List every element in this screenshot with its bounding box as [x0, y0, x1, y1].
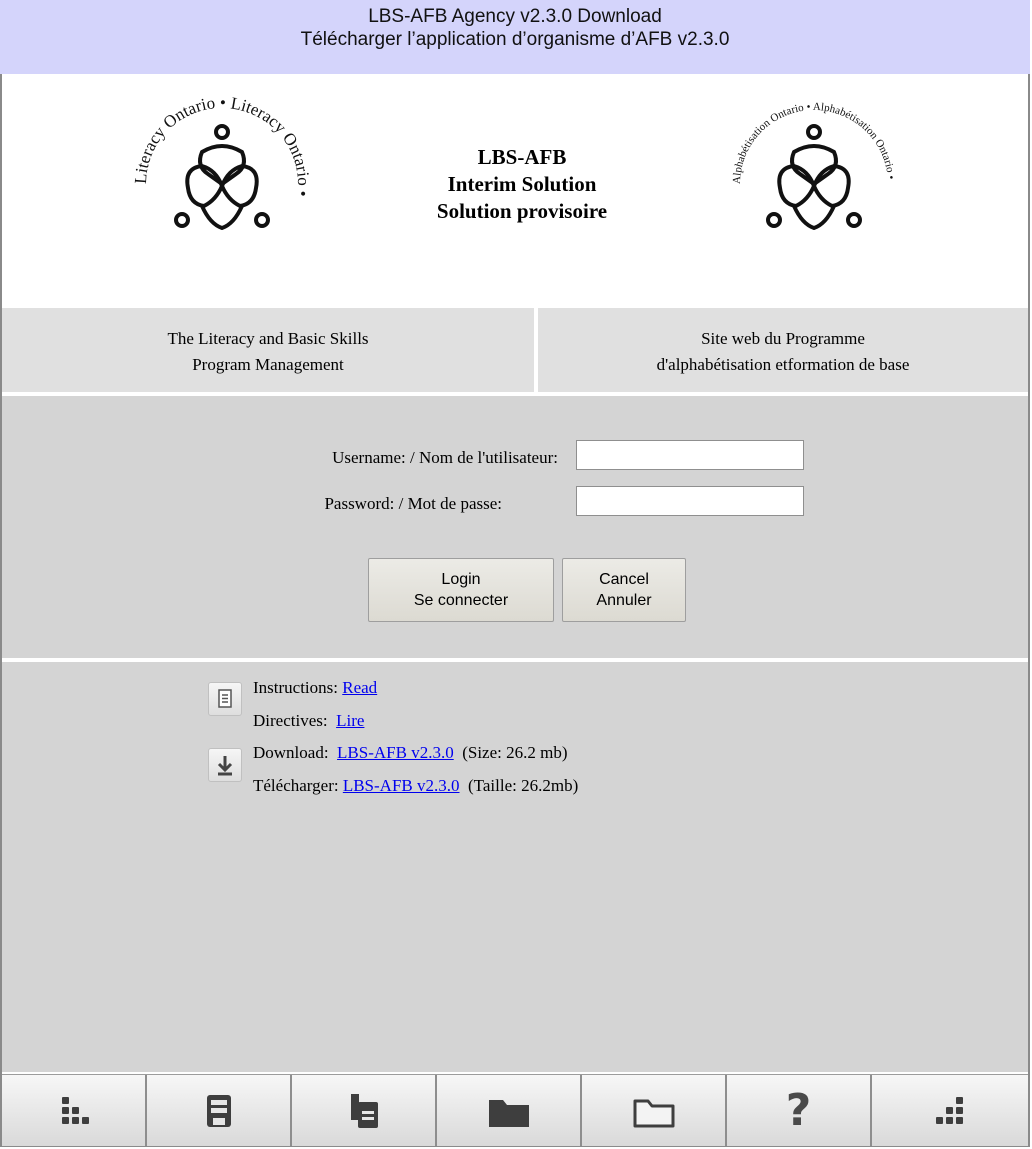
password-input[interactable] — [576, 486, 804, 516]
document-icon[interactable] — [208, 682, 242, 716]
program-french-line-2: d'alphabétisation etformation de base — [656, 355, 910, 374]
resources-panel: Instructions: Read Directives: Lire Down… — [2, 662, 1028, 1072]
instructions-label: Instructions: — [253, 678, 338, 697]
folder-button[interactable] — [582, 1075, 727, 1146]
program-english: The Literacy and Basic Skills Program Ma… — [2, 308, 534, 392]
apps-grid-icon — [61, 1096, 89, 1124]
save-button[interactable] — [147, 1075, 292, 1146]
username-label: Username: / Nom de l'utilisateur: — [332, 448, 558, 467]
download-label: Download: — [253, 743, 329, 762]
title-french: Télécharger l’application d’organisme d’… — [300, 29, 730, 50]
title-english: LBS-AFB Agency v2.3.0 Download — [368, 6, 662, 27]
banner-title: LBS-AFB Interim Solution Solution provis… — [372, 144, 672, 225]
telecharger-label: Télécharger: — [253, 776, 339, 795]
login-button-label-fr: Se connecter — [413, 592, 509, 609]
download-line: Download: LBS-AFB v2.3.0 (Size: 26.2 mb) — [253, 742, 568, 764]
cancel-button[interactable]: Cancel Annuler — [562, 558, 686, 622]
password-label: Password: / Mot de passe: — [324, 494, 502, 513]
banner: Literacy Ontario • Literacy Ontario • LB… — [2, 78, 1028, 308]
copy-button[interactable] — [292, 1075, 437, 1146]
download-size-fr: (Taille: 26.2mb) — [468, 776, 579, 795]
svg-text:Alphabétisation Ontario • Alph: Alphabétisation Ontario • Alphabétisatio… — [731, 101, 897, 184]
open-folder-button[interactable] — [437, 1075, 582, 1146]
download-size-en: (Size: 26.2 mb) — [462, 743, 568, 762]
banner-line-2: Interim Solution — [447, 172, 597, 196]
program-row: The Literacy and Basic Skills Program Ma… — [2, 308, 1028, 392]
save-icon — [206, 1094, 231, 1127]
more-grid-icon — [936, 1096, 963, 1124]
more-button[interactable] — [872, 1075, 1028, 1146]
program-french-line-1: Site web du Programme — [701, 329, 865, 348]
download-link-fr[interactable]: LBS-AFB v2.3.0 — [343, 776, 460, 795]
instructions-read-link[interactable]: Read — [342, 678, 377, 697]
apps-grid-button[interactable] — [2, 1075, 147, 1146]
banner-line-1: LBS-AFB — [477, 145, 567, 169]
banner-line-3: Solution provisoire — [436, 199, 608, 223]
help-button[interactable]: ? — [727, 1075, 872, 1146]
login-button-label-en: Login — [441, 571, 481, 588]
cancel-button-label-en: Cancel — [599, 571, 649, 588]
download-link-en[interactable]: LBS-AFB v2.3.0 — [337, 743, 454, 762]
login-panel: Username: / Nom de l'utilisateur: Passwo… — [2, 396, 1028, 658]
instructions-line: Instructions: Read — [253, 677, 377, 699]
literacy-ontario-logo: Literacy Ontario • Literacy Ontario • — [131, 93, 313, 230]
telecharger-line: Télécharger: LBS-AFB v2.3.0 (Taille: 26.… — [253, 775, 578, 797]
program-french: Site web du Programme d'alphabétisation … — [538, 308, 1028, 392]
program-english-line-2: Program Management — [192, 355, 344, 374]
username-input[interactable] — [576, 440, 804, 470]
folder-outline-icon — [633, 1099, 674, 1127]
download-icon[interactable] — [208, 748, 242, 782]
bottom-toolbar: ? — [2, 1074, 1028, 1146]
help-icon: ? — [785, 1085, 812, 1136]
login-button[interactable]: Login Se connecter — [368, 558, 554, 622]
logo-right-ring-text: Alphabétisation Ontario • Alphabétisatio… — [731, 101, 897, 184]
title-bar: LBS-AFB Agency v2.3.0 Download Télécharg… — [0, 0, 1030, 74]
directives-line: Directives: Lire — [253, 710, 364, 732]
directives-label: Directives: — [253, 711, 328, 730]
alphabetisation-ontario-logo: Alphabétisation Ontario • Alphabétisatio… — [731, 101, 897, 230]
copy-icon — [350, 1093, 378, 1128]
program-english-line-1: The Literacy and Basic Skills — [167, 329, 369, 348]
directives-read-link[interactable]: Lire — [336, 711, 364, 730]
folder-filled-icon — [488, 1099, 529, 1127]
cancel-button-label-fr: Annuler — [596, 592, 652, 609]
